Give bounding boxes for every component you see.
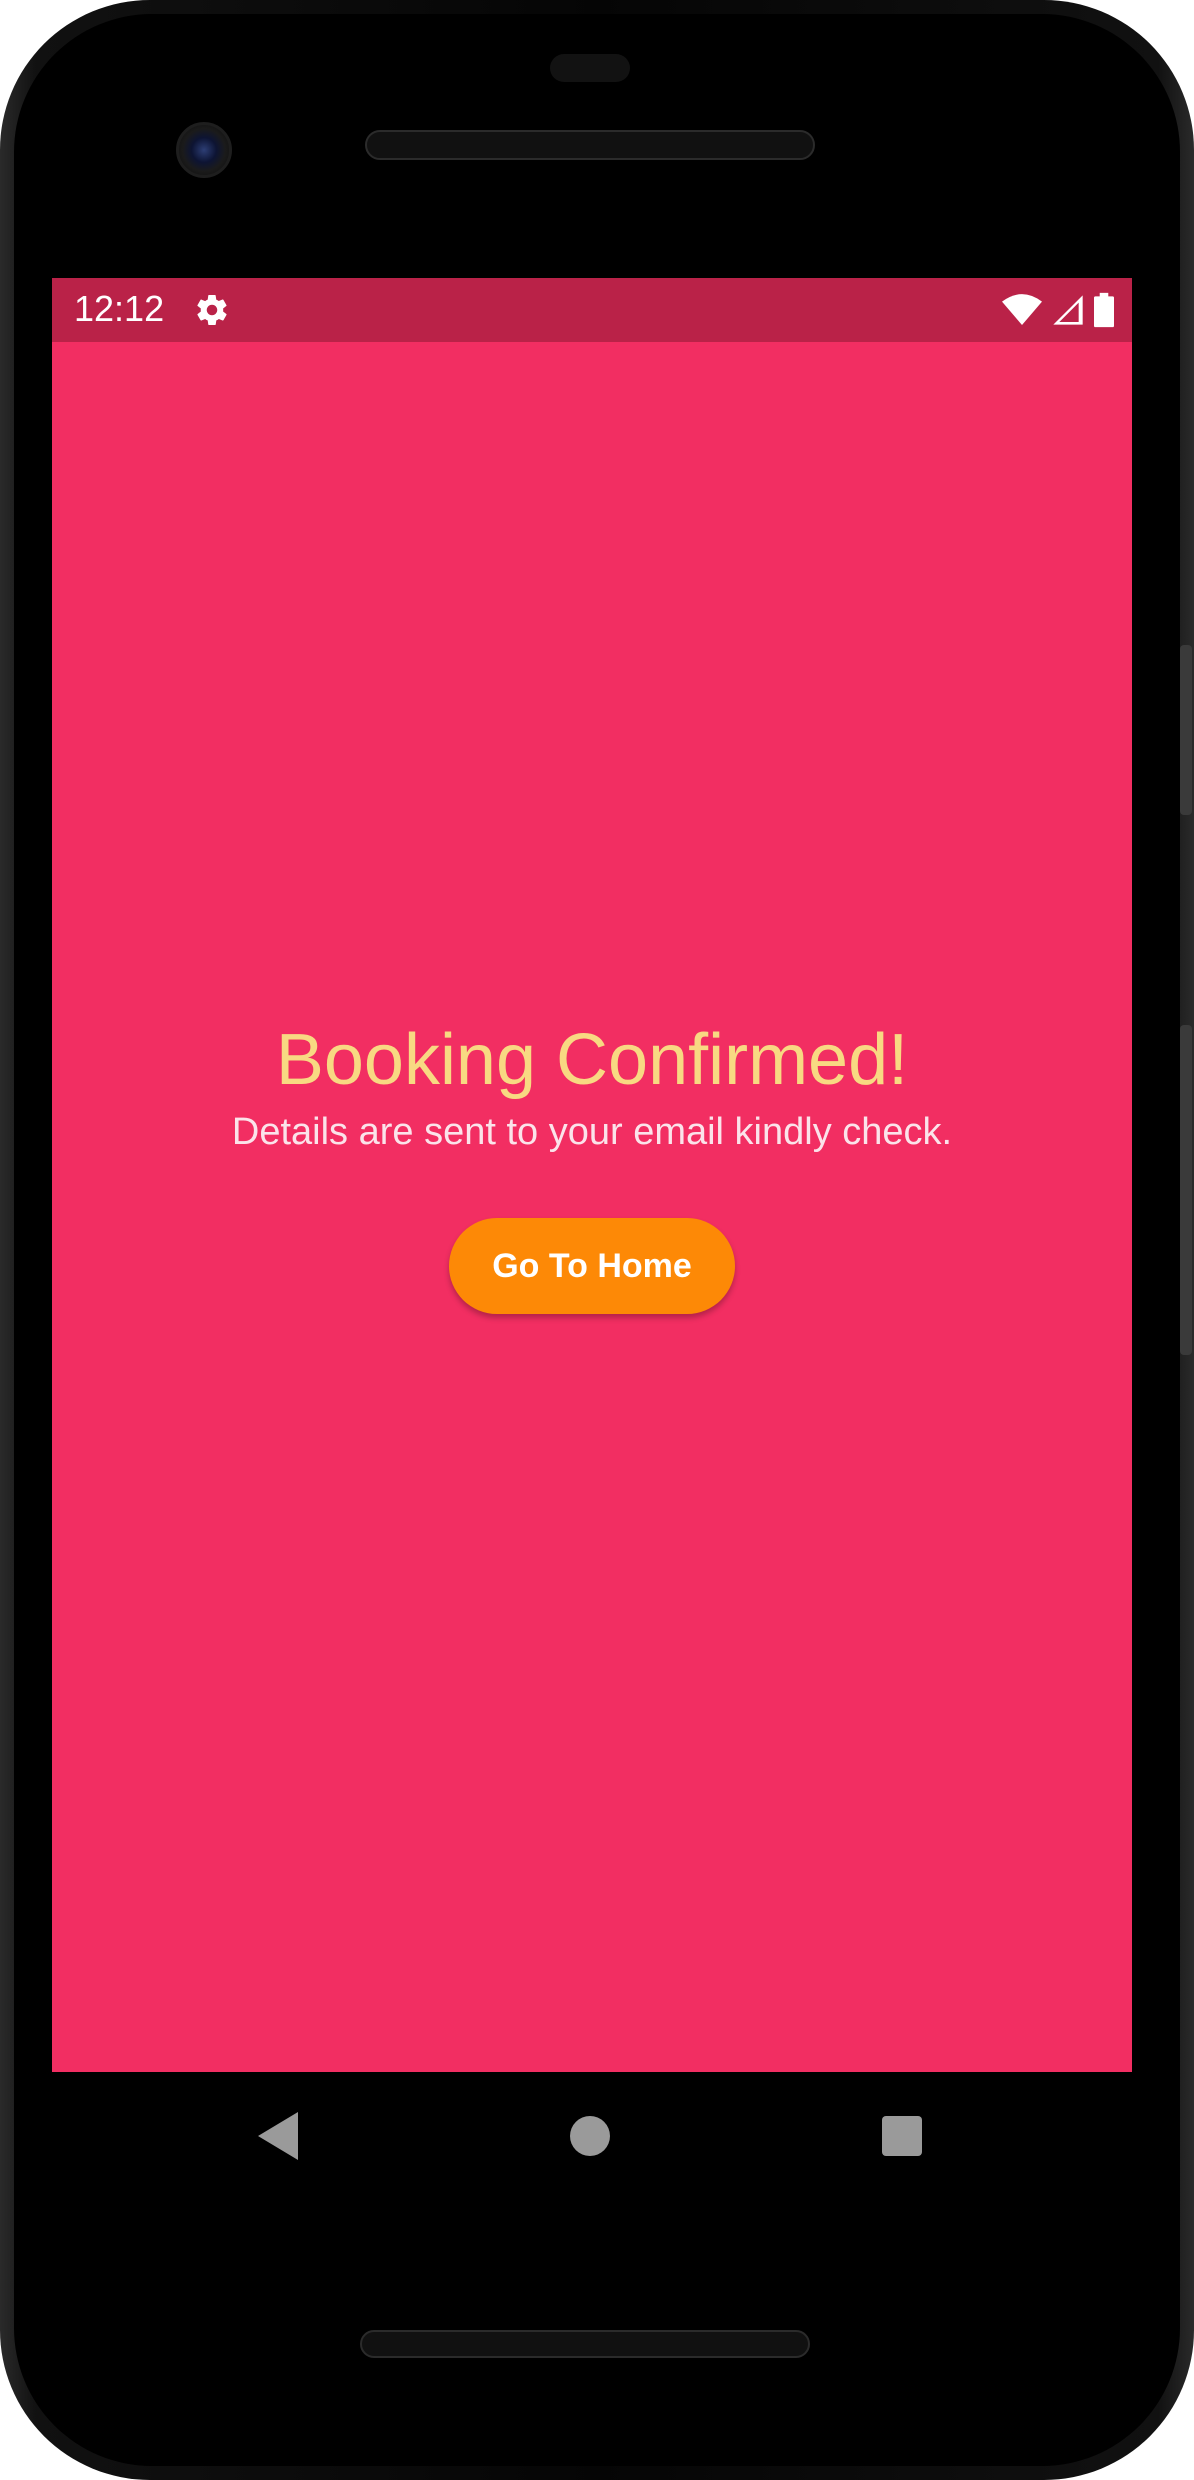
confirmation-title: Booking Confirmed!	[275, 1020, 909, 1100]
front-camera	[176, 122, 232, 178]
screen: 12:12 Booking Confirmed! Details are sen…	[52, 278, 1132, 2072]
back-icon[interactable]	[257, 2112, 299, 2160]
proximity-sensor	[550, 54, 630, 82]
earpiece-speaker	[365, 130, 815, 160]
bottom-speaker	[360, 2330, 810, 2358]
volume-button	[1180, 1025, 1192, 1355]
confirmation-content: Booking Confirmed! Details are sent to y…	[52, 278, 1132, 2072]
recents-icon[interactable]	[882, 2116, 922, 2156]
power-button	[1180, 645, 1192, 815]
home-icon[interactable]	[570, 2116, 610, 2156]
navigation-bar	[52, 2072, 1132, 2202]
go-to-home-button[interactable]: Go To Home	[449, 1218, 735, 1314]
confirmation-message: Details are sent to your email kindly ch…	[231, 1111, 953, 1153]
